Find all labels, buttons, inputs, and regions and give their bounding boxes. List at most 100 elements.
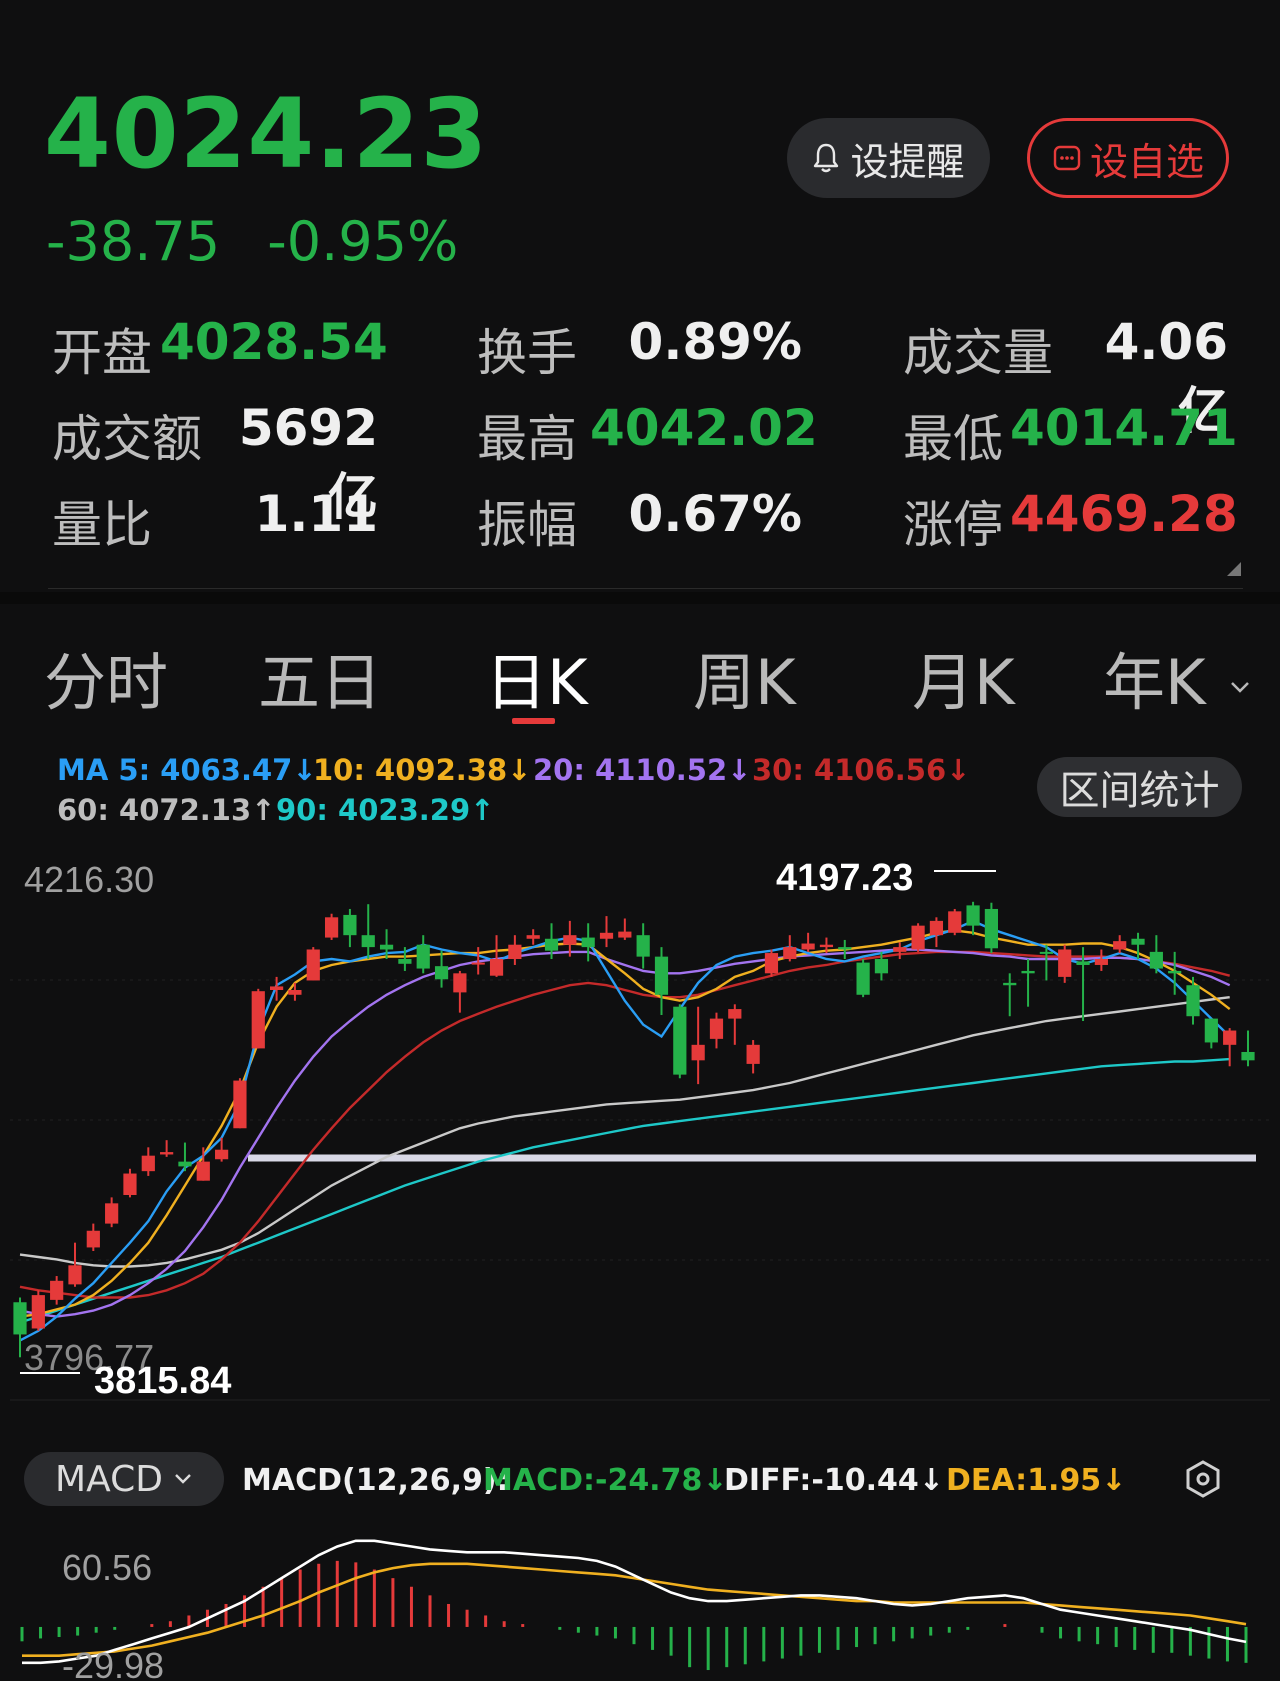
tab-yearly-k[interactable]: 年K [1103,632,1251,722]
tab-intraday[interactable]: 分时 [44,632,168,722]
section-separator [0,592,1280,604]
kline-chart[interactable]: 4216.30 3796.77 4197.23 3815.84 [0,840,1280,1430]
tab-daily-k[interactable]: 日K [485,632,588,722]
candle-body [1186,985,1200,1017]
candle-body [929,920,944,936]
candle-body [178,1161,192,1167]
set-alert-button[interactable]: 设提醒 [787,118,990,198]
indicator-selector[interactable]: MACD [24,1452,224,1506]
macd-chart[interactable]: 60.56 -29.98 [0,1520,1280,1681]
candle-body [874,959,889,974]
divider [48,588,1243,589]
candle-body [599,932,614,939]
tab-five-day[interactable]: 五日 [258,632,382,722]
candle-body [636,935,650,957]
volume-label: 成交量 [903,324,1053,382]
tab-monthly-k[interactable]: 月K [912,632,1015,722]
macd-axis-bottom-label: -29.98 [62,1645,164,1681]
candle-body [160,1152,174,1155]
kline-axis-top-label: 4216.30 [24,859,154,900]
candle-body [508,944,522,960]
ma60-legend: 60: 4072.13↑ [57,793,276,827]
candle-body [13,1302,27,1335]
candle-body [1149,951,1163,969]
open-value: 4028.54 [160,313,388,371]
candle-body [141,1155,155,1172]
high-marker-label: 4197.23 [776,857,913,899]
candle-body [838,947,852,950]
candle-body [324,917,339,938]
candle-body [764,953,779,974]
price-change: -38.75 -0.95% [46,210,488,273]
volume-ratio-label: 量比 [52,496,152,554]
candle-body [1223,1030,1237,1045]
candle-body [673,1006,687,1075]
candle-body [31,1295,45,1329]
amount-label: 成交额 [52,410,202,468]
settings-hexagon-icon[interactable] [1182,1458,1224,1500]
ma90-line [19,1057,1230,1324]
candle-body [1241,1051,1255,1061]
ma5-line [19,919,1231,1342]
limit-up-label: 涨停 [903,496,1003,554]
candle-body [1131,938,1145,945]
candle-body [50,1280,64,1300]
change-value: -38.75 [46,210,221,273]
candle-body [856,962,870,995]
candle-body [563,935,577,945]
candle-body [233,1080,247,1129]
ma10-line [19,929,1231,1318]
watchlist-icon [1053,145,1081,171]
candle-body [801,943,815,950]
current-price: 4024.23 [44,78,489,190]
low-label: 最低 [903,410,1003,468]
active-tab-indicator [512,718,555,724]
volume-ratio-value: 1.11 [254,485,378,543]
add-watchlist-label: 设自选 [1089,139,1204,184]
ma60-line [19,996,1230,1268]
add-watchlist-button[interactable]: 设自选 [1027,118,1229,198]
indicator-selector-label: MACD [55,1458,163,1500]
range-statistics-button[interactable]: 区间统计 [1037,757,1242,817]
candle-body [709,1018,724,1039]
change-percent: -0.95% [267,210,459,273]
tab-weekly-k[interactable]: 周K [693,632,796,722]
amplitude-label: 振幅 [477,496,577,554]
candle-body [783,947,797,960]
candle-body [1113,941,1127,950]
candle-body [105,1203,119,1224]
tab-yearly-k-label: 年K [1103,646,1206,719]
candle-body [1021,970,1035,974]
candle-body [581,937,595,948]
candle-body [489,959,504,976]
expand-corner-icon[interactable] [1227,562,1241,576]
candle-body [1003,982,1017,986]
candle-body [288,990,302,995]
candle-body [251,991,265,1049]
candle-body [1058,949,1072,977]
ma10-legend: 10: 4092.38↓ [313,753,532,787]
candle-body [361,935,375,948]
candle-body [471,962,485,965]
amplitude-value: 0.67% [628,485,802,543]
low-marker-label: 3815.84 [94,1360,231,1402]
candle-body [966,905,980,926]
ma20-legend: 20: 4110.52↓ [533,753,752,787]
candle-body [911,925,925,950]
ma90-legend: 90: 4023.29↑ [276,793,495,827]
candle-body [526,935,540,939]
candle-body [984,908,999,949]
candle-body [1168,970,1182,974]
chevron-down-icon [175,1474,191,1484]
candle-body [819,944,834,948]
turnover-label: 换手 [477,324,577,382]
limit-up-value: 4469.28 [1010,485,1238,543]
macd-value: MACD:-24.78↓ [483,1463,728,1498]
macd-axis-top-label: 60.56 [62,1547,152,1588]
candle-body [269,986,284,991]
candle-body [215,1149,229,1160]
candle-body [691,1044,705,1061]
candle-body [453,973,467,993]
candle-body [434,966,449,980]
candle-body [123,1173,137,1195]
